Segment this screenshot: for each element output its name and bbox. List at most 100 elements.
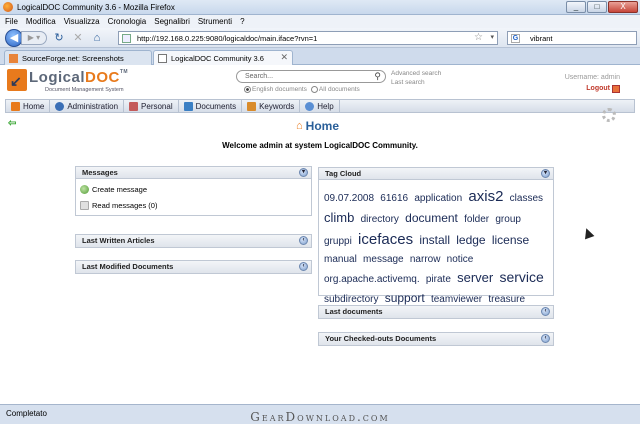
- search-links: Advanced search Last search: [391, 69, 441, 87]
- create-message-link[interactable]: Create message: [76, 181, 311, 197]
- app-header: ↙ LogicalDOCTM Document Management Syste…: [0, 66, 640, 98]
- tag-link[interactable]: manual: [324, 254, 357, 265]
- read-messages-link[interactable]: Read messages (0): [76, 197, 311, 213]
- forward-arrow-icon[interactable]: ▶ ▾: [21, 30, 47, 45]
- menu-administration[interactable]: Administration: [50, 100, 125, 112]
- tag-link[interactable]: support: [385, 291, 425, 305]
- tag-link[interactable]: org.apache.activemq.: [324, 274, 420, 285]
- messages-portlet: Messages ▾ Create message Read messages …: [75, 166, 312, 216]
- radio-english-documents[interactable]: English documents: [244, 86, 307, 93]
- tag-link[interactable]: icefaces: [358, 231, 413, 248]
- tag-link[interactable]: treasure: [488, 294, 525, 305]
- tag-link[interactable]: narrow: [410, 254, 441, 265]
- firefox-icon: [3, 2, 13, 12]
- home-icon[interactable]: ⌂: [90, 31, 104, 45]
- portlet-header: Last Written Articles ‹: [76, 235, 311, 247]
- menu-home[interactable]: Home: [6, 100, 51, 112]
- collapse-icon[interactable]: ▾: [299, 168, 308, 177]
- back-arrow-icon[interactable]: ⇦: [8, 118, 16, 129]
- tag-link[interactable]: classes: [510, 193, 543, 204]
- tag-link[interactable]: directory: [361, 214, 399, 225]
- close-window-button[interactable]: X: [608, 1, 638, 13]
- menu-keywords[interactable]: Keywords: [242, 100, 301, 112]
- stop-icon[interactable]: ✕: [71, 31, 85, 45]
- tab-label: LogicalDOC Community 3.6: [171, 53, 264, 63]
- collapse-icon[interactable]: ▾: [541, 169, 550, 178]
- radio-all-documents[interactable]: All documents: [310, 86, 360, 93]
- navigation-toolbar: ◀ ▶ ▾ ↻ ✕ ⌂ http://192.168.0.225:9080/lo…: [0, 28, 640, 48]
- expand-icon[interactable]: ‹: [541, 307, 550, 316]
- menu-strumenti[interactable]: Strumenti: [198, 17, 232, 26]
- expand-icon[interactable]: ‹: [541, 334, 550, 343]
- logo-arrow-icon: ↙: [10, 73, 22, 89]
- keywords-icon: [247, 101, 257, 111]
- menu-visualizza[interactable]: Visualizza: [64, 17, 100, 26]
- last-documents-portlet: Last documents ‹: [318, 305, 554, 319]
- menu-segnalibri[interactable]: Segnalibri: [154, 17, 190, 26]
- tag-link[interactable]: license: [492, 233, 529, 247]
- tag-link[interactable]: 61616: [380, 193, 408, 204]
- tag-link[interactable]: ledge: [456, 233, 485, 247]
- url-dropdown-icon[interactable]: ▾: [490, 33, 494, 41]
- tag-link[interactable]: group: [495, 214, 521, 225]
- tag-link[interactable]: application: [414, 193, 462, 204]
- sourceforge-favicon-icon: [9, 53, 18, 63]
- reload-icon[interactable]: ↻: [52, 31, 66, 45]
- tag-link[interactable]: notice: [447, 254, 474, 265]
- username-label: Username: admin: [564, 74, 620, 81]
- tag-link[interactable]: pirate: [426, 274, 451, 285]
- tag-link[interactable]: teamviewer: [431, 294, 482, 305]
- menu-cronologia[interactable]: Cronologia: [108, 17, 147, 26]
- tab-logicaldoc[interactable]: LogicalDOC Community 3.6 ✕: [153, 50, 293, 65]
- expand-icon[interactable]: ‹: [299, 262, 308, 271]
- tag-link[interactable]: service: [499, 269, 543, 285]
- menu-file[interactable]: File: [5, 17, 18, 26]
- tag-cloud-portlet: Tag Cloud ▾ 09.07.2008 61616 application…: [318, 167, 554, 320]
- tag-link[interactable]: message: [363, 254, 404, 265]
- tab-sourceforge[interactable]: SourceForge.net: Screenshots: [4, 50, 152, 65]
- tag-link[interactable]: climb: [324, 210, 354, 225]
- last-modified-documents-portlet: Last Modified Documents ‹: [75, 260, 312, 274]
- help-icon: [305, 101, 315, 111]
- expand-icon[interactable]: ‹: [299, 236, 308, 245]
- close-tab-icon[interactable]: ✕: [280, 52, 288, 63]
- browser-search-field[interactable]: G vibrant: [507, 31, 637, 45]
- url-bar[interactable]: http://192.168.0.225:9080/logicaldoc/mai…: [118, 31, 498, 45]
- logout-link[interactable]: Logout: [586, 83, 620, 94]
- tag-link[interactable]: server: [457, 270, 493, 285]
- bookmark-star-icon[interactable]: ☆: [474, 32, 483, 43]
- tag-link[interactable]: 09.07.2008: [324, 193, 374, 204]
- google-icon[interactable]: G: [511, 34, 520, 43]
- menu-personal[interactable]: Personal: [124, 100, 179, 112]
- app-search-input[interactable]: Search... ⚲: [236, 70, 386, 83]
- tag-link[interactable]: install: [419, 233, 450, 247]
- browser-search-value: vibrant: [530, 33, 553, 43]
- menu-help[interactable]: ?: [240, 17, 244, 26]
- advanced-search-link[interactable]: Advanced search: [391, 69, 441, 78]
- maximize-button[interactable]: □: [587, 1, 607, 13]
- logicaldoc-logo: ↙ LogicalDOCTM Document Management Syste…: [7, 69, 128, 95]
- tag-link[interactable]: folder: [464, 214, 489, 225]
- menu-help[interactable]: Help: [300, 100, 340, 112]
- window-controls: _ □ X: [566, 1, 638, 13]
- menu-documents[interactable]: Documents: [179, 100, 243, 112]
- logout-icon: [612, 84, 620, 93]
- loading-spinner-icon: [602, 108, 616, 122]
- search-scope-radios: English documents All documents: [244, 86, 360, 93]
- read-messages-icon: [80, 200, 89, 210]
- search-icon[interactable]: ⚲: [374, 71, 381, 82]
- portlet-header: Your Checked-outs Documents ‹: [319, 333, 553, 345]
- menu-modifica[interactable]: Modifica: [26, 17, 56, 26]
- minimize-button[interactable]: _: [566, 1, 586, 13]
- window-title: LogicalDOC Community 3.6 - Mozilla Firef…: [17, 2, 175, 12]
- page-favicon-icon: [158, 53, 167, 63]
- tag-link[interactable]: gruppi: [324, 236, 352, 247]
- tag-link[interactable]: document: [405, 211, 458, 225]
- tag-link[interactable]: subdirectory: [324, 294, 378, 305]
- last-search-link[interactable]: Last search: [391, 78, 441, 87]
- tag-link[interactable]: axis2: [468, 188, 503, 205]
- create-message-icon: [80, 184, 89, 194]
- last-written-articles-portlet: Last Written Articles ‹: [75, 234, 312, 248]
- personal-icon: [129, 101, 139, 111]
- portlet-header: Last Modified Documents ‹: [76, 261, 311, 273]
